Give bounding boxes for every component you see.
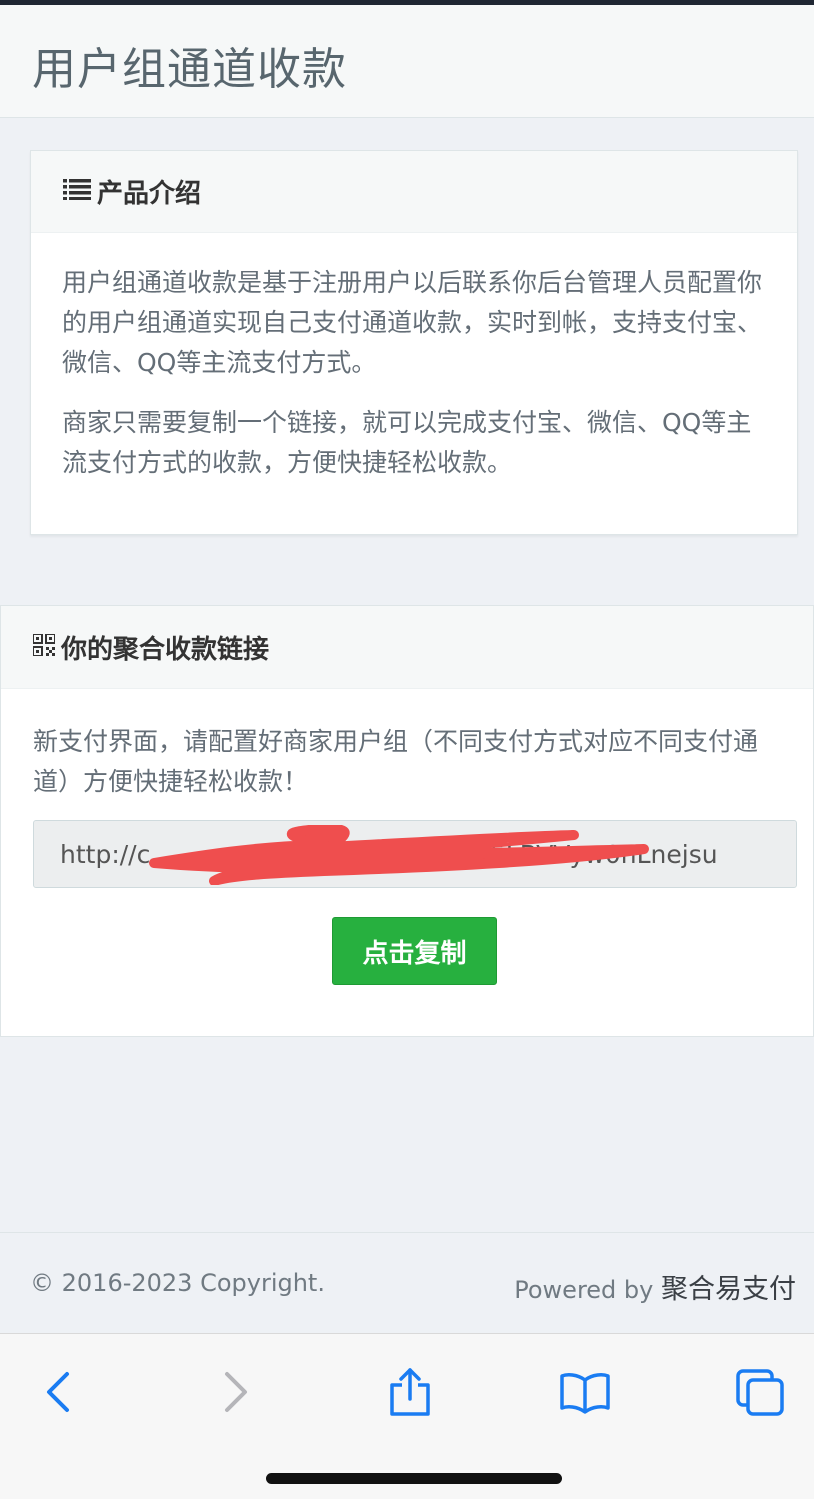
product-intro-body: 用户组通道收款是基于注册用户以后联系你后台管理人员配置你的用户组通道实现自己支付… — [31, 233, 797, 483]
tabs-icon[interactable] — [730, 1362, 790, 1422]
bookmarks-icon[interactable] — [555, 1362, 615, 1422]
copyright-text: © 2016-2023 Copyright. — [30, 1269, 325, 1297]
back-icon[interactable] — [28, 1362, 88, 1422]
payment-link-title: 你的聚合收款链接 — [32, 629, 270, 666]
powered-by-name[interactable]: 聚合易支付 — [661, 1274, 796, 1305]
intro-paragraph: 商家只需要复制一个链接，就可以完成支付宝、微信、QQ等主流支付方式的收款，方便快… — [62, 408, 752, 477]
intro-paragraph: 用户组通道收款是基于注册用户以后联系你后台管理人员配置你的用户组通道实现自己支付… — [62, 268, 763, 377]
product-intro-title: 产品介绍 — [63, 173, 201, 210]
payment-link-title-text: 你的聚合收款链接 — [61, 635, 270, 665]
payment-link-header: 你的聚合收款链接 — [1, 606, 813, 689]
page-footer: © 2016-2023 Copyright. Powered by 聚合易支付 — [0, 1232, 814, 1333]
powered-by-prefix: Powered by — [514, 1276, 654, 1304]
payment-url-field[interactable] — [33, 820, 797, 888]
share-icon[interactable] — [380, 1362, 440, 1422]
payment-url-input[interactable] — [34, 821, 796, 887]
copy-link-button[interactable]: 点击复制 — [332, 917, 497, 985]
forward-icon[interactable] — [206, 1362, 266, 1422]
powered-by: Powered by 聚合易支付 — [514, 1267, 796, 1306]
payment-link-panel: 你的聚合收款链接 新支付界面，请配置好商家用户组（不同支付方式对应不同支付通道）… — [0, 605, 814, 1037]
page-title: 用户组通道收款 — [32, 44, 347, 95]
product-intro-title-text: 产品介绍 — [97, 179, 202, 209]
page-header: 用户组通道收款 — [0, 5, 814, 118]
qrcode-icon — [32, 632, 56, 663]
product-intro-header: 产品介绍 — [31, 151, 797, 233]
payment-link-description: 新支付界面，请配置好商家用户组（不同支付方式对应不同支付通道）方便快捷轻松收款！ — [33, 727, 759, 796]
home-indicator[interactable] — [266, 1473, 562, 1484]
list-icon — [63, 177, 91, 207]
product-intro-panel: 产品介绍 用户组通道收款是基于注册用户以后联系你后台管理人员配置你的用户组通道实… — [30, 150, 798, 535]
